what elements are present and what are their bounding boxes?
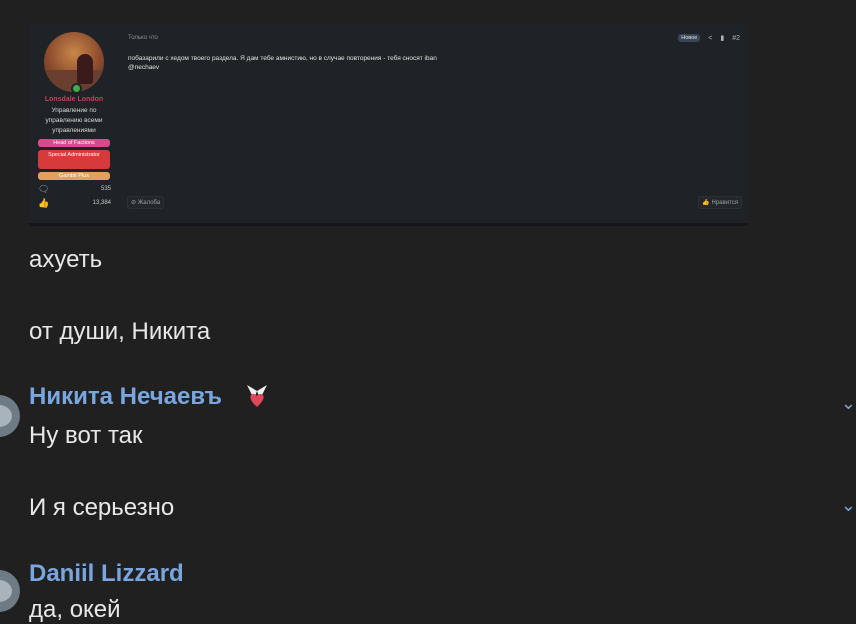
post-username: Lonsdale London (44, 96, 104, 103)
thumbs-up-icon: 👍 (702, 200, 710, 206)
messages-count: 535 (100, 186, 111, 192)
reactions-count: 13,384 (92, 200, 111, 206)
report-label: Жалоба (137, 200, 161, 206)
new-badge: Новое (678, 34, 701, 42)
chevron-down-icon[interactable]: ⌄ (841, 393, 856, 414)
share-icon[interactable]: < (708, 35, 712, 42)
warning-icon: ⊘ (131, 200, 137, 206)
user-avatar[interactable] (0, 395, 20, 437)
chevron-down-icon[interactable]: ⌄ (841, 495, 856, 516)
post-user-panel: Lonsdale London Управление по управлению… (29, 23, 119, 223)
message-text: от души, Никита (29, 318, 211, 345)
author-name[interactable]: Никита Нечаевъ (29, 383, 222, 411)
user-title: Управление по управлению всеми управлени… (45, 107, 103, 134)
post-mention: @nechaev (128, 64, 160, 71)
forum-post-screenshot[interactable]: Lonsdale London Управление по управлению… (29, 23, 748, 226)
post-time: Только что (128, 35, 158, 41)
bookmark-icon[interactable]: ▮ (720, 34, 724, 42)
badge-special-administrator: Special Administrator (38, 150, 110, 169)
post-text: побазарили с хедом твоего раздела. Я дам… (128, 55, 437, 62)
report-button[interactable]: ⊘ Жалоба (127, 196, 165, 209)
online-status-icon (71, 83, 82, 94)
post-tools: Новое < ▮ #2 (678, 34, 740, 42)
like-button[interactable]: 👍 Нравится (698, 196, 742, 209)
thumbs-up-icon: 👍 (38, 198, 50, 208)
post-number[interactable]: #2 (732, 35, 740, 42)
like-label: Нравится (711, 200, 738, 206)
message-text: да, окей (29, 596, 121, 623)
message-text: И я серьезно (29, 494, 175, 521)
post-body: побазарили с хедом твоего раздела. Я дам… (128, 54, 688, 72)
messages-stat: 🗨 535 (38, 184, 111, 196)
badge-gambit-plus: Gambit Plus (38, 172, 110, 180)
message-text: Ну вот так (29, 422, 143, 449)
badge-icon (247, 385, 267, 407)
author-name[interactable]: Daniil Lizzard (29, 560, 184, 588)
user-avatar[interactable] (0, 570, 20, 612)
badge-head-of-factions: Head of Factions (38, 139, 110, 147)
message-text: ахуеть (29, 246, 103, 273)
reactions-stat: 👍 13,384 (38, 198, 111, 210)
comment-icon: 🗨 (38, 184, 50, 194)
